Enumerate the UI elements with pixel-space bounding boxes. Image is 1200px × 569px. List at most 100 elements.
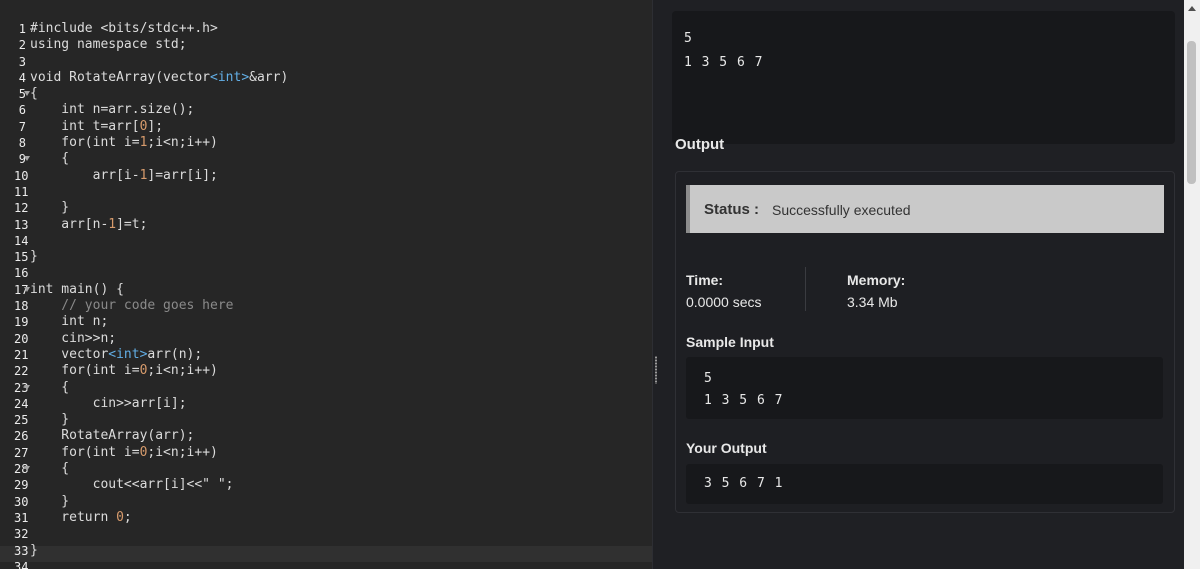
line-number: 14 xyxy=(0,233,29,249)
output-panel: Status : Successfully executed Time: 0.0… xyxy=(675,171,1175,513)
code-token: for(int i= xyxy=(30,444,140,460)
line-number-text: 15 xyxy=(14,250,29,265)
line-number-text: 3 xyxy=(18,54,26,69)
code-line: int main() { xyxy=(30,282,288,298)
line-number: 2 xyxy=(0,37,26,53)
line-number-text: 24 xyxy=(14,396,29,411)
memory-label: Memory: xyxy=(847,272,906,288)
line-number-text: 6 xyxy=(18,103,26,118)
code-token: int t=arr[ xyxy=(30,118,140,134)
code-line: } xyxy=(30,543,288,559)
line-number: 28 xyxy=(0,461,30,477)
line-number-text: 21 xyxy=(14,347,29,362)
code-token: arr[n- xyxy=(30,216,109,232)
line-number: 26 xyxy=(0,428,28,444)
line-number: 33 xyxy=(0,543,28,559)
code-token: ;i<n;i++) xyxy=(147,363,218,379)
line-number: 4 xyxy=(0,70,26,86)
code-token: } xyxy=(30,493,70,509)
input-line-1: 5 xyxy=(684,31,692,46)
your-output-value: 3 5 6 7 1 xyxy=(704,476,784,491)
resize-handle-icon[interactable] xyxy=(654,356,658,384)
line-number-text: 4 xyxy=(18,70,26,85)
code-token: { xyxy=(30,379,70,395)
code-token: return xyxy=(30,509,117,525)
code-line: } xyxy=(30,200,288,216)
line-number: 20 xyxy=(0,331,29,347)
code-token: } xyxy=(30,542,38,558)
code-line: arr[i-1]=arr[i]; xyxy=(30,168,288,184)
code-line: void RotateArray(vector<int>&arr) xyxy=(30,70,288,86)
code-line: arr[n-1]=t; xyxy=(30,217,288,233)
code-line: using namespace std; xyxy=(30,37,288,53)
code-line: cout<<arr[i]<<" "; xyxy=(30,477,288,493)
line-number: 18 xyxy=(0,298,29,314)
line-number-text: 30 xyxy=(14,494,29,509)
code-token: for(int i= xyxy=(30,363,140,379)
stats-divider xyxy=(805,267,806,311)
code-text[interactable]: #include <bits/stdc++.h> using namespace … xyxy=(30,21,288,569)
sample-input-line-1: 5 xyxy=(704,371,712,386)
code-editor[interactable]: 1 2 3 4 5 6 7 8 9 10 11 12 13 14 15 16 17 18 19 20 21 22 23 24 2… xyxy=(0,0,652,569)
line-number: 29 xyxy=(0,477,28,493)
code-token: } xyxy=(30,412,70,428)
code-line: int n=arr.size(); xyxy=(30,102,288,118)
line-number-text: 22 xyxy=(14,364,29,379)
code-token: ]; xyxy=(147,118,164,134)
code-token: cin>>arr[i]; xyxy=(30,395,187,411)
line-number: 16 xyxy=(0,265,28,281)
code-token: { xyxy=(30,86,38,102)
code-line: int n; xyxy=(30,314,288,330)
line-number-text: 14 xyxy=(14,233,29,248)
line-number: 22 xyxy=(0,363,29,379)
code-line: for(int i=0;i<n;i++) xyxy=(30,445,288,461)
code-token: int n=arr.size(); xyxy=(30,102,195,118)
line-number: 30 xyxy=(0,494,29,510)
code-line: return 0; xyxy=(30,510,288,526)
line-number-text: 25 xyxy=(14,413,29,428)
line-number: 23 xyxy=(0,380,30,396)
scroll-up-arrow-icon[interactable] xyxy=(1188,6,1196,11)
line-number-text: 7 xyxy=(18,119,26,134)
line-number: 19 xyxy=(0,314,29,330)
line-number: 32 xyxy=(0,526,28,542)
line-number: 6 xyxy=(0,102,26,118)
sample-input-label: Sample Input xyxy=(686,334,774,350)
code-line: int t=arr[0]; xyxy=(30,119,288,135)
line-number: 10 xyxy=(0,168,28,184)
code-line: { xyxy=(30,151,288,167)
custom-input-field[interactable]: 5 1 3 5 6 7 xyxy=(672,11,1175,144)
line-number-text: 19 xyxy=(14,315,29,330)
code-line: // your code goes here xyxy=(30,298,288,314)
line-number-text: 20 xyxy=(14,331,29,346)
output-heading: Output xyxy=(675,136,725,153)
line-number: 7 xyxy=(0,119,26,135)
line-number-text: 1 xyxy=(18,22,26,36)
code-token: 1 xyxy=(108,216,117,232)
line-number: 3 xyxy=(0,54,26,70)
code-token: { xyxy=(30,461,70,477)
code-token: RotateArray(arr); xyxy=(30,428,195,444)
line-number: 15 xyxy=(0,249,29,265)
code-token: vector xyxy=(30,346,109,362)
line-number: 31 xyxy=(0,510,28,526)
code-line: cin>>n; xyxy=(30,331,288,347)
code-line: } xyxy=(30,494,288,510)
page-scrollbar[interactable] xyxy=(1184,0,1200,569)
code-token: <int> xyxy=(108,346,148,362)
io-pane: 5 1 3 5 6 7 Output Status : Successfully… xyxy=(660,0,1184,569)
scrollbar-thumb[interactable] xyxy=(1187,41,1196,184)
code-token: &arr) xyxy=(249,69,289,85)
line-number: 21 xyxy=(0,347,29,363)
line-number-text: 34 xyxy=(14,559,29,569)
code-line: #include <bits/stdc++.h> xyxy=(30,21,288,37)
line-number: 27 xyxy=(0,445,28,461)
line-number-text: 18 xyxy=(14,299,29,314)
line-number: 9 xyxy=(0,151,30,167)
line-number: 34 xyxy=(0,559,29,569)
